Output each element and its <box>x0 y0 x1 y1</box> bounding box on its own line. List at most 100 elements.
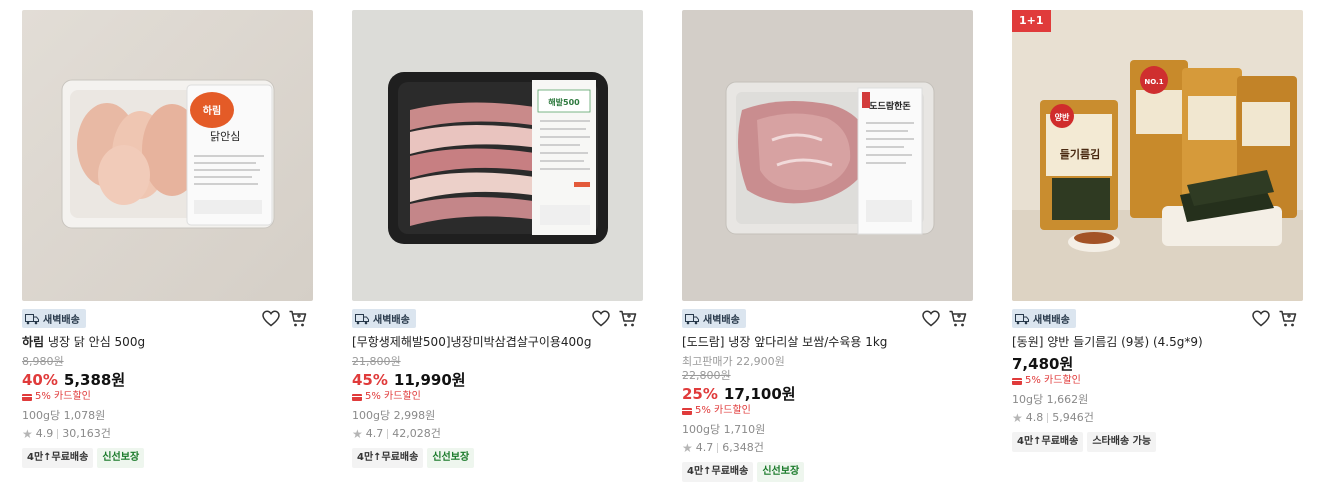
tag-list: 4만↑무료배송 신선보장 <box>682 462 973 482</box>
dawn-delivery-label: 새벽배송 <box>43 315 80 326</box>
dawn-delivery-badge: 새벽배송 <box>1012 309 1076 328</box>
rating-value: 4.7 <box>695 441 714 454</box>
rating-value: 4.7 <box>365 427 384 440</box>
unit-price: 10g당 1,662원 <box>1012 393 1089 406</box>
review-count: 30,163건 <box>62 427 111 440</box>
product-image-graphic: 양반 들기름김 NO.1 <box>1012 10 1303 301</box>
product-name: [도드람] 냉장 앞다리살 보쌈/수육용 1kg <box>682 335 888 349</box>
product-image[interactable]: 도드람한돈 <box>682 10 973 301</box>
package-label: 하림 <box>203 104 221 117</box>
star-icon: ★ <box>1012 411 1023 425</box>
package-sub: 닭안심 <box>210 130 240 143</box>
price-row: 45% 11,990원 <box>352 370 643 390</box>
price-row: 25% 17,100원 <box>682 384 973 404</box>
divider <box>57 429 59 439</box>
product-image-graphic: 하림 닭안심 <box>22 10 313 301</box>
truck-icon <box>1015 313 1029 324</box>
card-discount: 5% 카드할인 <box>1012 374 1303 388</box>
sale-price: 17,100원 <box>723 385 796 403</box>
original-price: 21,800원 <box>352 355 401 368</box>
star-delivery-tag: 스타배송 가능 <box>1087 432 1157 452</box>
fresh-guarantee-tag: 신선보장 <box>427 448 475 468</box>
card-icon <box>352 393 362 401</box>
rating: ★ 4.7 6,348건 <box>682 441 973 455</box>
truck-icon <box>355 313 369 324</box>
price-row: 40% 5,388원 <box>22 370 313 390</box>
dawn-delivery-badge: 새벽배송 <box>682 309 746 328</box>
discount-rate: 45% <box>352 371 388 389</box>
unit-price: 100g당 1,078원 <box>22 409 106 422</box>
tag-list: 4만↑무료배송 스타배송 가능 <box>1012 432 1303 452</box>
review-count: 6,348건 <box>722 441 764 454</box>
tag-list: 4만↑무료배송 신선보장 <box>22 448 313 468</box>
card-discount-label: 5% 카드할인 <box>35 391 91 402</box>
original-price: 8,980원 <box>22 355 64 368</box>
cart-icon[interactable] <box>618 309 638 328</box>
heart-icon[interactable] <box>261 309 281 328</box>
fresh-guarantee-tag: 신선보장 <box>757 462 805 482</box>
review-count: 5,946건 <box>1052 411 1094 424</box>
product-image-graphic: 도드람한돈 <box>682 10 973 301</box>
price-row: 7,480원 <box>1012 354 1303 374</box>
dawn-delivery-label: 새벽배송 <box>1033 315 1070 326</box>
sale-price: 11,990원 <box>393 371 466 389</box>
rating: ★ 4.9 30,163건 <box>22 427 313 441</box>
product-title[interactable]: 하림 냉장 닭 안심 500g <box>22 335 313 350</box>
divider <box>1047 413 1049 423</box>
divider <box>717 443 719 453</box>
product-name: 냉장 닭 안심 500g <box>44 335 146 349</box>
free-shipping-tag: 4만↑무료배송 <box>22 448 94 468</box>
highest-price-note: 최고판매가 22,900원 <box>682 355 785 368</box>
card-discount: 5% 카드할인 <box>352 390 643 404</box>
package-label: 도드람한돈 <box>869 100 910 112</box>
card-discount-label: 5% 카드할인 <box>695 405 751 416</box>
rating: ★ 4.8 5,946건 <box>1012 411 1303 425</box>
original-price: 22,800원 <box>682 369 731 382</box>
card-discount-label: 5% 카드할인 <box>365 391 421 402</box>
unit-price: 100g당 2,998원 <box>352 409 436 422</box>
discount-rate: 25% <box>682 385 718 403</box>
card-icon <box>22 393 32 401</box>
cart-icon[interactable] <box>1278 309 1298 328</box>
product-image[interactable]: 양반 들기름김 NO.1 <box>1012 10 1303 301</box>
product-title[interactable]: [동원] 양반 들기름김 (9봉) (4.5g*9) <box>1012 335 1303 350</box>
one-plus-one-badge: 1+1 <box>1012 10 1051 32</box>
card-discount-label: 5% 카드할인 <box>1025 375 1081 386</box>
free-shipping-tag: 4만↑무료배송 <box>1012 432 1084 452</box>
product-image-graphic: 해발500 <box>352 10 643 301</box>
package-sub: 들기름김 <box>1060 147 1100 161</box>
star-icon: ★ <box>22 427 33 441</box>
sale-price: 7,480원 <box>1012 355 1074 373</box>
card-icon <box>1012 377 1022 385</box>
product-brand: 하림 <box>22 335 45 349</box>
card-discount: 5% 카드할인 <box>682 404 973 418</box>
dawn-delivery-label: 새벽배송 <box>373 315 410 326</box>
dawn-delivery-badge: 새벽배송 <box>22 309 86 328</box>
free-shipping-tag: 4만↑무료배송 <box>352 448 424 468</box>
divider <box>387 429 389 439</box>
star-icon: ★ <box>682 441 693 455</box>
star-icon: ★ <box>352 427 363 441</box>
product-name: [동원] 양반 들기름김 (9봉) (4.5g*9) <box>1012 335 1203 349</box>
truck-icon <box>25 313 39 324</box>
unit-price: 100g당 1,710원 <box>682 423 766 436</box>
product-title[interactable]: [도드람] 냉장 앞다리살 보쌈/수육용 1kg <box>682 335 973 350</box>
package-label: 양반 <box>1055 112 1070 122</box>
rating: ★ 4.7 42,028건 <box>352 427 643 441</box>
sale-price: 5,388원 <box>63 371 126 389</box>
product-title[interactable]: [무항생제해발500]냉장미박삼겹살구이용400g <box>352 335 643 350</box>
dawn-delivery-badge: 새벽배송 <box>352 309 416 328</box>
product-image[interactable]: 하림 닭안심 <box>22 10 313 301</box>
cart-icon[interactable] <box>948 309 968 328</box>
cart-icon[interactable] <box>288 309 308 328</box>
dawn-delivery-label: 새벽배송 <box>703 315 740 326</box>
free-shipping-tag: 4만↑무료배송 <box>682 462 754 482</box>
heart-icon[interactable] <box>1251 309 1271 328</box>
heart-icon[interactable] <box>921 309 941 328</box>
card-discount: 5% 카드할인 <box>22 390 313 404</box>
product-image[interactable]: 해발500 <box>352 10 643 301</box>
tag-list: 4만↑무료배송 신선보장 <box>352 448 643 468</box>
heart-icon[interactable] <box>591 309 611 328</box>
fresh-guarantee-tag: 신선보장 <box>97 448 145 468</box>
product-name: [무항생제해발500]냉장미박삼겹살구이용400g <box>352 335 592 349</box>
